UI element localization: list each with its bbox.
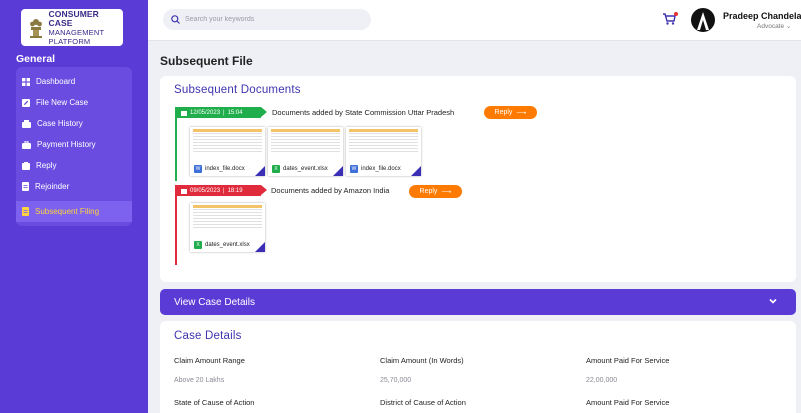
date-tag: 09/05/2023 | 18:19 [175,185,267,196]
file-name: index_file.docx [361,166,401,172]
logo-line-3: PLATFORM [48,36,91,46]
sidebar-item-label: Case History [37,119,83,128]
page-title: Subsequent File [160,54,253,68]
timeline-line-red [175,185,177,265]
excel-file-icon: X [272,165,280,173]
field-value: 22,00,000 [586,377,618,384]
cart-button[interactable] [662,12,678,28]
timeline-line-green [175,107,177,181]
sidebar-item-label: Subsequent Filing [35,207,100,216]
reply-button[interactable]: Reply ⟶ [484,106,537,119]
section-title: Subsequent Documents [174,84,301,96]
reply-button-label: Reply [419,188,438,195]
sidebar-item-label: Payment History [37,140,96,149]
document-icon [22,207,29,216]
sidebar-menu: Dashboard File New Case Case History Pay… [16,67,132,226]
case-details-card: Case Details Claim Amount Range Above 20… [160,321,796,413]
entry-description: Documents added by State Commission Utta… [272,108,455,117]
field-value: 25,70,000 [380,377,412,384]
chevron-down-icon: ⌄ [785,23,792,30]
user-name[interactable]: Pradeep Chandela [723,11,801,21]
sidebar-item-subsequent-filing[interactable]: Subsequent Filing [16,201,132,222]
sidebar-item-label: File New Case [36,98,89,107]
logo-line-2: MANAGEMENT [48,27,105,37]
sidebar-item-file-new-case[interactable]: File New Case [16,92,132,113]
calendar-icon [181,110,187,116]
field-label: Claim Amount (In Words) [380,356,464,365]
platform-logo[interactable]: CONSUMER CASE MANAGEMENT PLATFORM [21,9,123,46]
sidebar-item-rejoinder[interactable]: Rejoinder [16,176,132,197]
entry-date: 12/05/2023 [190,109,221,116]
sidebar-section-title: General [16,53,56,65]
entry-description: Documents added by Amazon India [271,186,390,195]
date-tag: 12/05/2023 | 15:04 [175,107,267,118]
file-name: dates_event.xlsx [205,242,250,248]
field-label: Amount Paid For Service [586,398,670,407]
field-label: Amount Paid For Service [586,356,670,365]
excel-file-icon: X [194,241,202,249]
user-role-label: Advocate [757,23,785,30]
file-thumbnail[interactable]: Xdates_event.xlsx [268,127,343,176]
edit-icon [22,98,30,107]
sidebar: CONSUMER CASE MANAGEMENT PLATFORM Genera… [0,0,148,413]
sidebar-item-label: Dashboard [36,77,76,86]
file-name: index_file.docx [205,166,245,172]
file-thumbnail[interactable]: Xdates_event.xlsx [190,203,265,252]
user-role[interactable]: Advocate ⌄ [757,22,791,30]
grid-icon [22,77,30,86]
top-header: Pradeep Chandela Advocate ⌄ [148,0,801,41]
entry-time: 18:19 [227,187,243,194]
briefcase-icon [22,140,31,149]
arrow-right-icon: ⟶ [441,188,452,196]
reply-button-label: Reply [494,109,513,116]
history-icon [22,119,31,128]
sidebar-item-label: Rejoinder [35,182,70,191]
search-icon [171,15,180,24]
search-bar[interactable] [163,9,371,30]
sidebar-item-payment-history[interactable]: Payment History [16,134,132,155]
entry-date: 09/05/2023 [190,187,221,194]
arrow-right-icon: ⟶ [516,109,527,117]
national-emblem-icon [28,16,44,40]
file-thumbnail[interactable]: Windex_file.docx [190,127,265,176]
file-name: dates_event.xlsx [283,166,328,172]
document-icon [22,182,29,191]
avatar[interactable] [691,8,715,32]
field-value: Above 20 Lakhs [174,377,225,384]
view-case-details-toggle[interactable]: View Case Details [160,289,796,315]
reply-button[interactable]: Reply ⟶ [409,185,462,198]
accordion-label: View Case Details [174,296,255,308]
notification-dot [674,12,678,16]
word-file-icon: W [350,165,358,173]
subsequent-documents-card: Subsequent Documents 12/05/2023 | 15:04 … [160,76,796,282]
field-label: State of Cause of Action [174,398,255,407]
word-file-icon: W [194,165,202,173]
reply-icon [22,161,30,170]
field-label: District of Cause of Action [380,398,466,407]
sidebar-item-case-history[interactable]: Case History [16,113,132,134]
sidebar-item-dashboard[interactable]: Dashboard [16,71,132,92]
file-thumbnail[interactable]: Windex_file.docx [346,127,421,176]
sidebar-item-label: Reply [36,161,57,170]
chevron-down-icon [769,298,777,304]
logo-line-1: CONSUMER CASE [48,8,99,28]
entry-time: 15:04 [227,109,243,116]
calendar-icon [181,188,187,194]
search-input[interactable] [185,16,355,23]
field-label: Claim Amount Range [174,356,245,365]
sidebar-item-reply[interactable]: Reply [16,155,132,176]
section-title: Case Details [174,330,242,342]
